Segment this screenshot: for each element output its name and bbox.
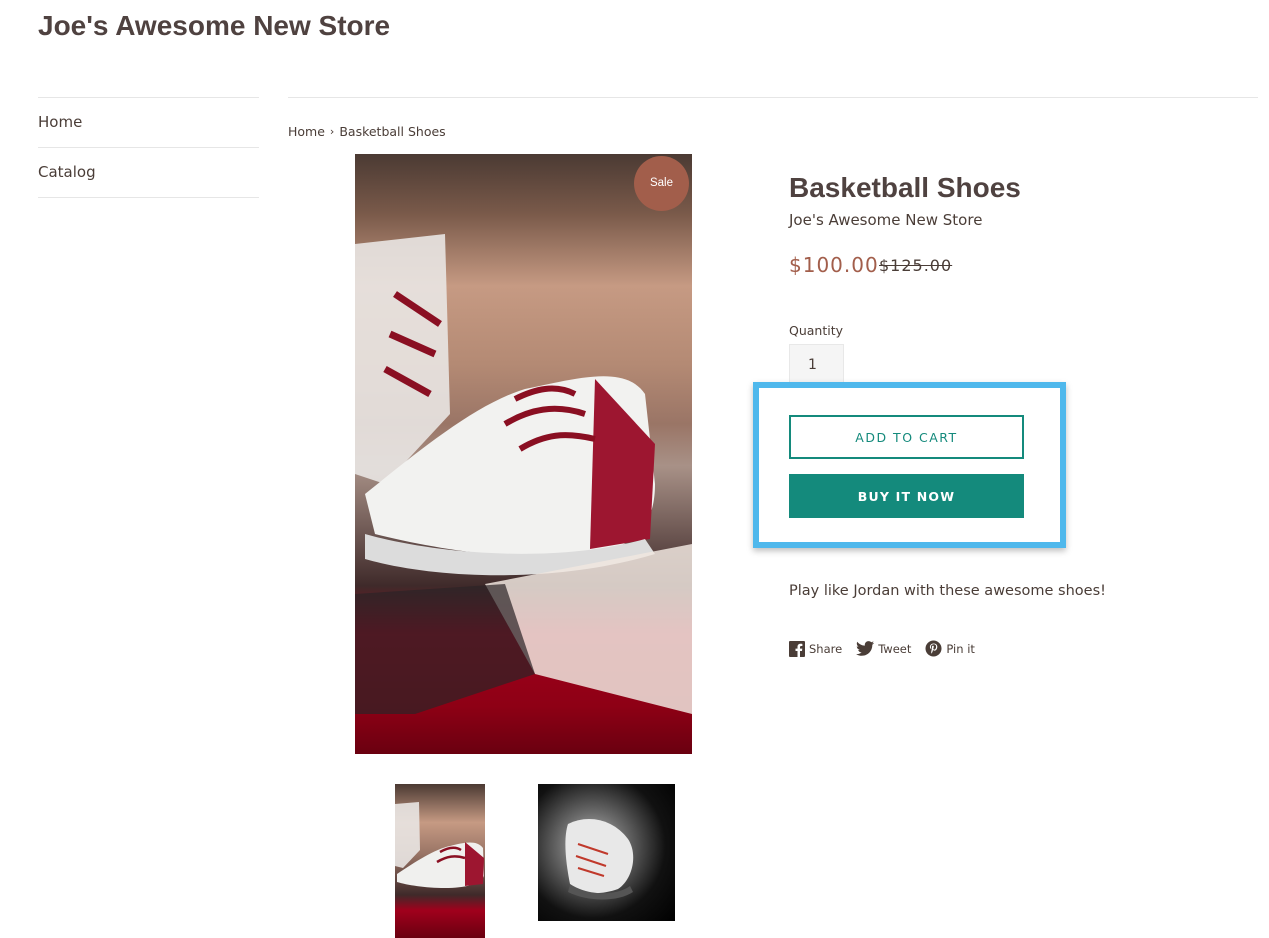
breadcrumb: Home › Basketball Shoes: [288, 123, 446, 139]
share-twitter-link[interactable]: Tweet: [856, 641, 911, 656]
share-pinterest-link[interactable]: Pin it: [925, 640, 975, 657]
share-facebook-link[interactable]: Share: [789, 640, 843, 657]
product-vendor: Joe's Awesome New Store: [789, 211, 983, 229]
product-thumbnail-1[interactable]: [395, 784, 485, 938]
sale-badge: Sale: [634, 156, 689, 211]
add-to-cart-button[interactable]: ADD TO CART: [789, 415, 1024, 459]
sale-price: $100.00: [789, 253, 879, 277]
facebook-icon: [789, 640, 805, 657]
sidebar-item-catalog[interactable]: Catalog: [38, 147, 259, 198]
pinterest-icon: [925, 640, 942, 657]
product-description: Play like Jordan with these awesome shoe…: [789, 583, 1106, 599]
product-title: Basketball Shoes: [789, 172, 1021, 203]
social-sharing: Share Tweet Pin it: [789, 640, 989, 657]
highlight-box: [753, 382, 1066, 548]
shoe-illustration: [355, 234, 692, 714]
tweet-label: Tweet: [878, 641, 912, 656]
quantity-label: Quantity: [789, 323, 844, 338]
breadcrumb-current: Basketball Shoes: [339, 124, 446, 139]
twitter-icon: [856, 641, 875, 656]
breadcrumb-separator: ›: [329, 125, 335, 138]
shoe-thumbnail-illustration: [395, 802, 484, 888]
pin-label: Pin it: [946, 641, 975, 656]
shoe-thumbnail-illustration: [565, 819, 634, 900]
divider: [288, 97, 1258, 98]
quantity-input[interactable]: [789, 344, 844, 386]
share-label: Share: [809, 641, 843, 656]
product-main-image[interactable]: [355, 154, 692, 754]
product-thumbnail-2[interactable]: [538, 784, 675, 921]
breadcrumb-home-link[interactable]: Home: [288, 124, 325, 139]
compare-at-price: $125.00: [879, 256, 953, 275]
buy-it-now-button[interactable]: BUY IT NOW: [789, 474, 1024, 518]
store-title[interactable]: Joe's Awesome New Store: [38, 10, 390, 42]
sidebar-item-home[interactable]: Home: [38, 97, 259, 147]
sidebar-nav: Home Catalog: [38, 97, 259, 198]
